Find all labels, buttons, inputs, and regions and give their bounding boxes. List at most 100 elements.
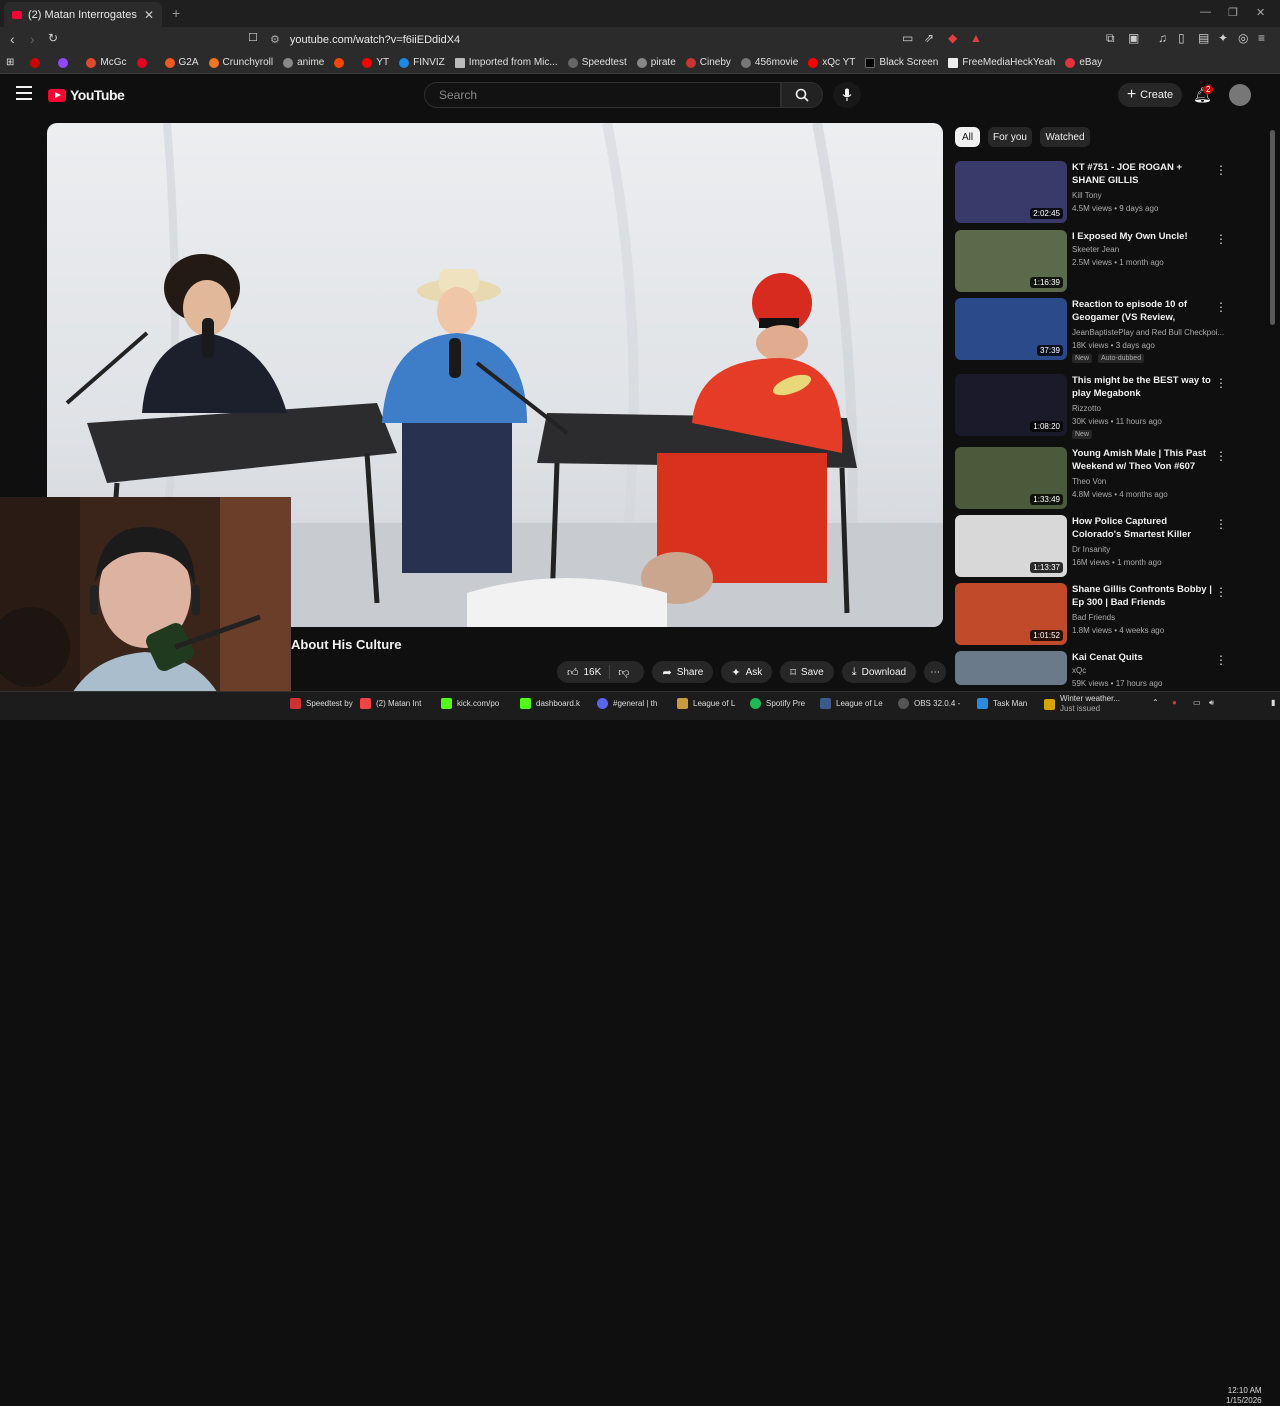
share-button[interactable]: ➦ Share (652, 661, 714, 683)
bookmark-reddit-icon[interactable] (334, 57, 348, 68)
sidebar-icon[interactable]: ▯ (1178, 31, 1185, 45)
apps-icon[interactable]: ⊞ (6, 57, 14, 68)
video-thumbnail[interactable]: 1:08:20 (955, 374, 1067, 436)
network-icon[interactable]: ▭ (1193, 698, 1201, 707)
bookmark-456movie[interactable]: 456movie (740, 57, 798, 68)
taskbar-task-manager[interactable]: Task Man (977, 698, 1027, 709)
search-button[interactable] (781, 82, 823, 108)
account-avatar[interactable] (1229, 84, 1251, 106)
channel-name[interactable]: xQc (1072, 666, 1086, 675)
browser-tab[interactable]: (2) Matan Interrogates a Young ✕ (4, 2, 162, 27)
dislike-icon[interactable]: 👎︎ (618, 666, 629, 679)
wallet-icon[interactable]: ▤ (1198, 31, 1209, 45)
taskbar-league-1[interactable]: League of L (677, 698, 735, 709)
hamburger-menu-icon[interactable] (16, 86, 32, 100)
bookmark-anime[interactable]: anime (283, 57, 324, 68)
recommendation-item[interactable]: 1:01:52 Shane Gillis Confronts Bobby | Ep… (955, 583, 1245, 645)
video-thumbnail[interactable]: 1:16:39 (955, 230, 1067, 292)
bookmark-twitch-icon[interactable] (58, 57, 72, 68)
create-button[interactable]: + Create (1118, 83, 1182, 107)
video-thumbnail[interactable]: 1:01:52 (955, 583, 1067, 645)
recommendation-title[interactable]: Reaction to episode 10 of Geogamer (VS R… (1072, 298, 1212, 324)
extension-triangle-icon[interactable]: ▲ (970, 31, 982, 45)
bookmark-finviz[interactable]: FINVIZ (399, 57, 445, 68)
bookmark-pirate[interactable]: pirate (636, 57, 676, 68)
minimize-icon[interactable]: — (1200, 6, 1211, 18)
vpn-icon[interactable]: ◎ (1238, 31, 1248, 45)
bookmark-g2a[interactable]: G2A (164, 57, 199, 68)
reload-icon[interactable]: ↻ (48, 31, 58, 45)
youtube-logo[interactable]: YouTube (48, 87, 125, 103)
close-window-icon[interactable]: ✕ (1256, 6, 1265, 19)
chip-for-you[interactable]: For you (988, 127, 1032, 147)
recommendation-title[interactable]: I Exposed My Own Uncle! (1072, 230, 1212, 243)
more-options-icon[interactable]: ⋮ (1215, 232, 1227, 246)
bookmark-ebay[interactable]: eBay (1065, 57, 1102, 68)
channel-name[interactable]: Bad Friends (1072, 613, 1115, 622)
taskbar-discord[interactable]: #general | th (597, 698, 657, 709)
recommendation-title[interactable]: How Police Captured Colorado's Smartest … (1072, 515, 1212, 541)
tray-chevron-icon[interactable]: ⌃ (1152, 698, 1159, 707)
more-options-icon[interactable]: ⋮ (1215, 585, 1227, 599)
volume-icon[interactable]: 🔊︎ (1209, 698, 1214, 708)
taskbar-kick[interactable]: kick.com/po (441, 698, 499, 709)
screenshot-icon[interactable]: ▣ (1128, 31, 1139, 45)
extension-shield-icon[interactable]: ◆ (948, 31, 957, 45)
channel-name[interactable]: Skeeter Jean (1072, 245, 1119, 254)
weather-widget[interactable]: Winter weather... Just issued (1044, 694, 1120, 714)
back-icon[interactable]: ‹ (10, 31, 15, 47)
video-thumbnail[interactable]: 1:33:49 (955, 447, 1067, 509)
recommendation-item[interactable]: 1:13:37 How Police Captured Colorado's Sm… (955, 515, 1245, 577)
more-options-icon[interactable]: ⋮ (1215, 300, 1227, 314)
more-options-icon[interactable]: ⋮ (1215, 517, 1227, 531)
taskbar-dashboard[interactable]: dashboard.k (520, 698, 580, 709)
bookmark-imported[interactable]: Imported from Mic... (454, 57, 558, 68)
bookmark-page-icon[interactable]: ☐ (248, 31, 258, 44)
recommendation-title[interactable]: KT #751 - JOE ROGAN + SHANE GILLIS (1072, 161, 1212, 187)
taskbar-obs[interactable]: OBS 32.0.4 - (898, 698, 960, 709)
taskbar-league-2[interactable]: League of Le (820, 698, 883, 709)
video-thumbnail[interactable]: 1:13:37 (955, 515, 1067, 577)
video-thumbnail[interactable]: 2:02:45 (955, 161, 1067, 223)
chip-all[interactable]: All (955, 127, 980, 147)
bookmark-xqc-yt[interactable]: xQc YT (808, 57, 855, 68)
like-icon[interactable]: 👍︎ (567, 666, 579, 679)
ask-button[interactable]: ✦ Ask (721, 661, 773, 683)
bookmark-yt[interactable]: YT (362, 57, 389, 68)
forward-icon[interactable]: › (30, 31, 35, 47)
url-field[interactable]: ⚙ youtube.com/watch?v=f6iiEDdidX4 (270, 30, 990, 49)
taskbar-speedtest[interactable]: Speedtest by (290, 698, 353, 709)
recommendation-item[interactable]: 1:08:20 This might be the BEST way to pla… (955, 374, 1245, 439)
voice-search-button[interactable] (833, 82, 861, 108)
video-thumbnail[interactable]: 37:39 (955, 298, 1067, 360)
recommendation-item[interactable]: 37:39 Reaction to episode 10 of Geogamer … (955, 298, 1245, 363)
more-options-icon[interactable]: ⋮ (1215, 449, 1227, 463)
chip-watched[interactable]: Watched (1040, 127, 1090, 147)
more-options-icon[interactable]: ⋮ (1215, 653, 1227, 667)
bookmark-speedtest[interactable]: Speedtest (567, 57, 627, 68)
music-icon[interactable]: ♫ (1158, 31, 1167, 45)
bookmark-black-screen[interactable]: Black Screen (865, 57, 938, 68)
notification-center-icon[interactable]: ▮ (1271, 698, 1275, 707)
bookmark-cineby[interactable]: Cineby (685, 57, 731, 68)
channel-name[interactable]: Dr Insanity (1072, 545, 1110, 554)
sidebar-scrollbar[interactable] (1270, 130, 1275, 325)
maximize-icon[interactable]: ❐ (1228, 6, 1238, 19)
share-page-icon[interactable]: ⇗ (924, 31, 934, 45)
channel-name[interactable]: Rizzotto (1072, 404, 1101, 413)
recommendation-title[interactable]: Kai Cenat Quits (1072, 651, 1212, 664)
channel-name[interactable]: Theo Von (1072, 477, 1106, 486)
channel-name[interactable]: Kill Tony (1072, 191, 1102, 200)
new-tab-icon[interactable]: + (172, 5, 180, 21)
bookmark-freemedia[interactable]: FreeMediaHeckYeah (948, 57, 1055, 68)
browser-menu-icon[interactable]: ≡ (1258, 31, 1265, 45)
recommendation-title[interactable]: Young Amish Male | This Past Weekend w/ … (1072, 447, 1212, 473)
more-options-icon[interactable]: ⋮ (1215, 163, 1227, 177)
more-options-icon[interactable]: ⋮ (1215, 376, 1227, 390)
recommendation-item[interactable]: 1:33:49 Young Amish Male | This Past Week… (955, 447, 1245, 509)
recommendation-title[interactable]: This might be the BEST way to play Megab… (1072, 374, 1212, 400)
taskbar-spotify[interactable]: Spotify Pre (750, 698, 805, 709)
taskbar-browser[interactable]: (2) Matan Int (360, 698, 421, 709)
like-count[interactable]: 16K (584, 667, 602, 678)
ai-icon[interactable]: ✦ (1218, 31, 1228, 45)
